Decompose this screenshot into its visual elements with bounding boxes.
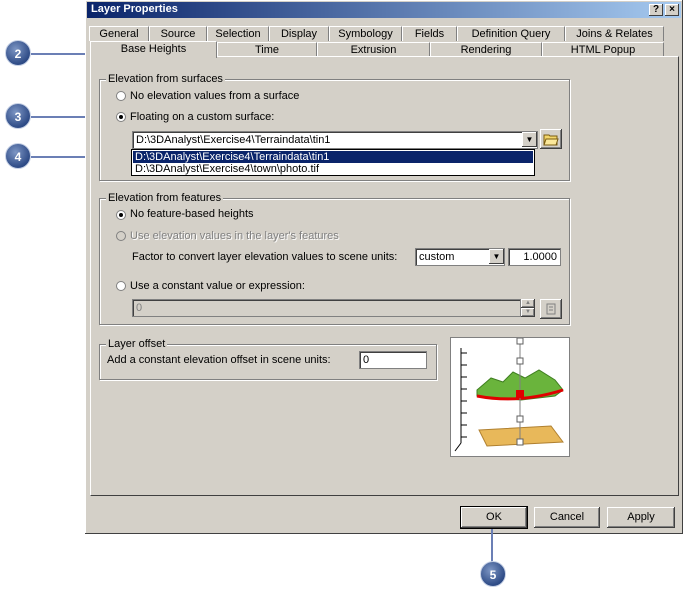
tab-symbology[interactable]: Symbology <box>329 26 402 41</box>
apply-button[interactable]: Apply <box>607 507 675 528</box>
ok-button[interactable]: OK <box>461 507 527 528</box>
callout-4: 4 <box>5 143 31 169</box>
constant-value-label: Use a constant value or expression: <box>130 280 305 292</box>
tab-selection[interactable]: Selection <box>207 26 269 41</box>
tab-time[interactable]: Time <box>217 42 317 57</box>
cancel-button[interactable]: Cancel <box>534 507 600 528</box>
tab-definition-query[interactable]: Definition Query <box>457 26 565 41</box>
browse-surface-button[interactable] <box>540 129 562 149</box>
surface-option-tin1[interactable]: D:\3DAnalyst\Exercise4\Terraindata\tin1 <box>133 151 533 163</box>
tab-rendering[interactable]: Rendering <box>430 42 542 57</box>
layer-elevation-label: Use elevation values in the layer's feat… <box>130 230 339 242</box>
constant-expression-value: 0 <box>136 302 143 314</box>
window-title: Layer Properties <box>91 3 178 15</box>
constant-value-radio[interactable] <box>116 281 126 291</box>
close-button[interactable]: × <box>665 4 679 16</box>
surface-dropdown-list: D:\3DAnalyst\Exercise4\Terraindata\tin1 … <box>131 149 535 176</box>
callout-2: 2 <box>5 40 31 66</box>
base-heights-diagram <box>454 337 564 452</box>
apply-button-label: Apply <box>627 511 655 523</box>
tab-base-heights[interactable]: Base Heights <box>90 41 217 58</box>
tab-display[interactable]: Display <box>269 26 329 41</box>
layer-properties-dialog: Layer Properties ? × General Source Sele… <box>85 0 683 534</box>
no-surface-radio[interactable] <box>116 91 126 101</box>
offset-label: Add a constant elevation offset in scene… <box>107 354 331 366</box>
factor-value-input[interactable]: 1.0000 <box>508 248 561 266</box>
callout-5-leader <box>491 529 493 563</box>
layer-offset-group-title: Layer offset <box>106 338 168 350</box>
tab-fields[interactable]: Fields <box>402 26 457 41</box>
tab-source[interactable]: Source <box>149 26 207 41</box>
factor-unit-value: custom <box>419 251 455 263</box>
expression-builder-button[interactable] <box>540 299 562 319</box>
tab-general[interactable]: General <box>89 26 149 41</box>
callout-3: 3 <box>5 103 31 129</box>
tab-html-popup[interactable]: HTML Popup <box>542 42 664 57</box>
features-group-title: Elevation from features <box>106 192 224 204</box>
surface-select[interactable]: D:\3DAnalyst\Exercise4\Terraindata\tin1 <box>132 131 538 149</box>
calculator-icon <box>546 303 556 315</box>
surfaces-group-title: Elevation from surfaces <box>106 73 225 85</box>
cancel-button-label: Cancel <box>549 511 585 523</box>
surface-select-value: D:\3DAnalyst\Exercise4\Terraindata\tin1 <box>136 134 331 146</box>
surface-option-photo[interactable]: D:\3DAnalyst\Exercise4\town\photo.tif <box>133 163 533 175</box>
spin-down-button[interactable]: ▼ <box>521 308 535 317</box>
callout-5: 5 <box>480 561 506 587</box>
constant-expression-input[interactable]: 0 <box>132 299 521 317</box>
factor-unit-dropdown-button[interactable]: ▼ <box>489 249 504 264</box>
base-heights-preview <box>450 337 570 457</box>
spin-up-button[interactable]: ▲ <box>521 299 535 308</box>
ok-button-label: OK <box>486 511 502 523</box>
layer-elevation-radio[interactable] <box>116 231 126 241</box>
open-folder-icon <box>543 134 559 146</box>
title-bar: Layer Properties ? × <box>87 2 681 18</box>
offset-value: 0 <box>363 354 370 366</box>
factor-value: 1.0000 <box>523 251 557 263</box>
help-button[interactable]: ? <box>649 4 663 16</box>
no-surface-label: No elevation values from a surface <box>130 90 300 102</box>
factor-label: Factor to convert layer elevation values… <box>132 251 398 263</box>
offset-input[interactable]: 0 <box>359 351 427 369</box>
tab-joins-relates[interactable]: Joins & Relates <box>565 26 664 41</box>
custom-surface-label: Floating on a custom surface: <box>130 111 275 123</box>
no-feature-heights-radio[interactable] <box>116 210 126 220</box>
surface-dropdown-button[interactable]: ▼ <box>522 132 537 147</box>
tab-extrusion[interactable]: Extrusion <box>317 42 430 57</box>
custom-surface-radio[interactable] <box>116 112 126 122</box>
no-feature-heights-label: No feature-based heights <box>130 208 254 220</box>
